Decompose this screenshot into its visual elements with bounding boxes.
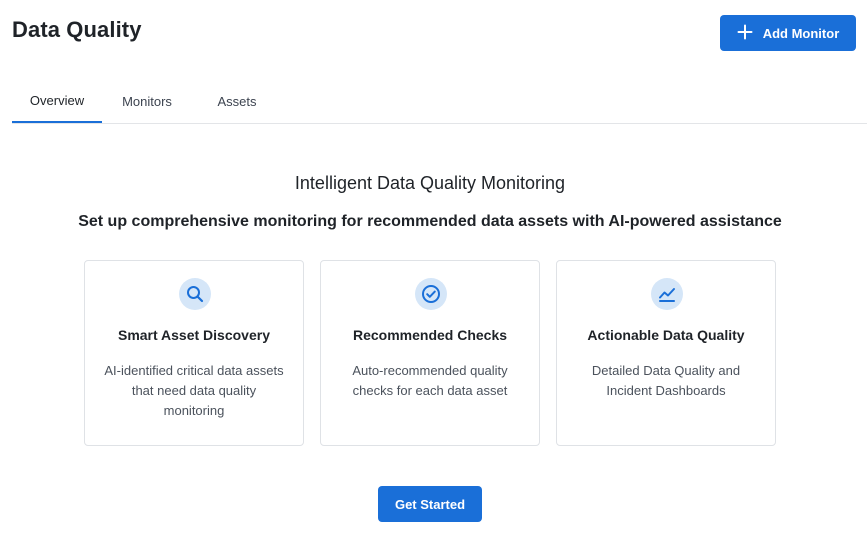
tab-assets[interactable]: Assets bbox=[192, 80, 282, 123]
tab-overview[interactable]: Overview bbox=[12, 80, 102, 123]
hero-subtitle: Set up comprehensive monitoring for reco… bbox=[78, 213, 782, 230]
add-monitor-label: Add Monitor bbox=[762, 25, 840, 41]
page-title: Data Quality bbox=[12, 17, 142, 42]
card-description: Detailed Data Quality and Incident Dashb… bbox=[591, 363, 741, 398]
card-description: Auto-recommended quality checks for each… bbox=[352, 363, 508, 398]
tab-bar: Overview Monitors Assets bbox=[12, 80, 867, 124]
card-description: AI-identified critical data assets that … bbox=[104, 363, 284, 418]
trend-chart-icon bbox=[651, 278, 683, 310]
add-monitor-button[interactable]: Add Monitor bbox=[720, 15, 856, 51]
feature-card-recommended-checks: Recommended Checks Auto-recommended qual… bbox=[320, 260, 540, 446]
search-icon bbox=[179, 278, 211, 310]
card-title: Recommended Checks bbox=[352, 327, 508, 343]
card-title: Actionable Data Quality bbox=[587, 327, 745, 343]
feature-card-actionable-data-quality: Actionable Data Quality Detailed Data Qu… bbox=[556, 260, 776, 446]
check-circle-icon bbox=[415, 278, 447, 310]
card-title: Smart Asset Discovery bbox=[117, 327, 270, 343]
feature-card-smart-asset-discovery: Smart Asset Discovery AI-identified crit… bbox=[84, 260, 304, 446]
plus-icon bbox=[737, 24, 753, 43]
hero-title: Intelligent Data Quality Monitoring bbox=[294, 173, 566, 193]
tab-monitors[interactable]: Monitors bbox=[102, 80, 192, 123]
get-started-button[interactable]: Get Started bbox=[378, 486, 482, 522]
